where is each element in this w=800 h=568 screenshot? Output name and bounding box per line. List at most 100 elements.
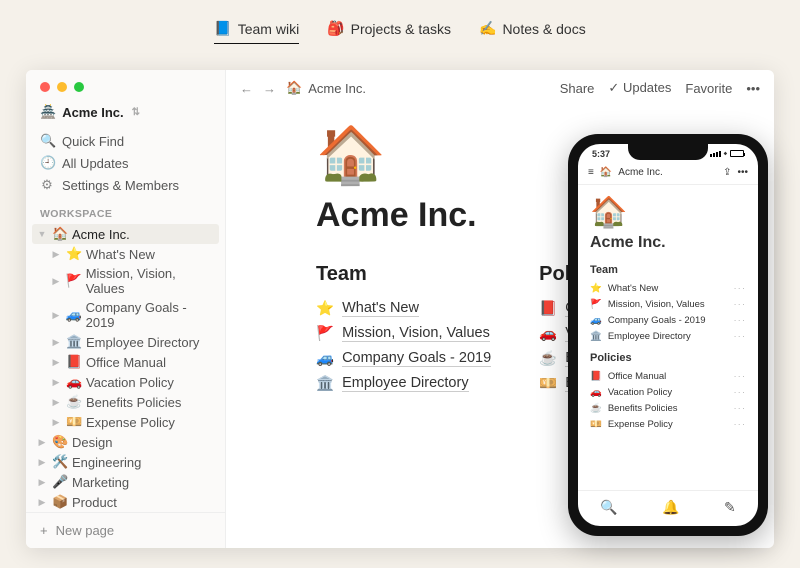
chevron-right-icon: ▶ bbox=[36, 457, 48, 468]
tree-item-mission[interactable]: ▶🚩Mission, Vision, Values bbox=[32, 264, 219, 298]
tree-label: Office Manual bbox=[86, 355, 166, 370]
more-button[interactable]: ••• bbox=[737, 167, 748, 178]
check-icon: ✓ bbox=[608, 80, 619, 95]
phone-screen: 5:37 ⬩ ≡ 🏠 Acme Inc. ⇪ ••• 🏠 Acme Inc. T… bbox=[578, 144, 758, 526]
building-icon: 🏛️ bbox=[316, 375, 334, 392]
notifications-button[interactable]: 🔔 bbox=[662, 499, 679, 516]
tree-item-directory[interactable]: ▶🏛️Employee Directory bbox=[32, 332, 219, 352]
tree-label: Vacation Policy bbox=[86, 375, 174, 390]
phone-link[interactable]: 💴Expense Policy··· bbox=[590, 416, 746, 432]
link-label: Office Manual bbox=[608, 371, 666, 382]
tree-item-design[interactable]: ▶🎨Design bbox=[32, 432, 219, 452]
updates-button[interactable]: ✓ Updates bbox=[608, 80, 671, 96]
chevron-right-icon: ▶ bbox=[36, 437, 48, 448]
tree-item-benefits[interactable]: ▶☕Benefits Policies bbox=[32, 392, 219, 412]
settings-members[interactable]: ⚙ Settings & Members bbox=[26, 174, 225, 196]
share-button[interactable]: Share bbox=[560, 81, 595, 96]
car-icon: 🚙 bbox=[66, 307, 82, 323]
search-button[interactable]: 🔍 bbox=[600, 499, 617, 516]
menu-button[interactable]: ≡ bbox=[588, 167, 594, 178]
link-label: Mission, Vision, Values bbox=[608, 299, 705, 310]
house-icon: 🏠 bbox=[600, 167, 612, 178]
more-icon[interactable]: ··· bbox=[734, 371, 747, 382]
link-label: Employee Directory bbox=[608, 331, 691, 342]
link-label: Expense Policy bbox=[608, 419, 673, 430]
share-button[interactable]: ⇪ bbox=[723, 167, 731, 178]
chevron-right-icon: ▶ bbox=[50, 337, 62, 348]
book-icon: 📕 bbox=[539, 300, 557, 317]
phone-link[interactable]: 🚩Mission, Vision, Values··· bbox=[590, 296, 746, 312]
car-icon: 🚗 bbox=[539, 325, 557, 342]
breadcrumb-label: Acme Inc. bbox=[618, 167, 662, 178]
tree-item-engineering[interactable]: ▶ 🛠️ Engineering bbox=[32, 452, 219, 472]
car-icon: 🚙 bbox=[590, 315, 602, 326]
page-icon: 🏠 bbox=[590, 195, 746, 230]
page-link-mission[interactable]: 🚩Mission, Vision, Values bbox=[316, 321, 491, 346]
chevron-right-icon: ▶ bbox=[50, 357, 62, 368]
more-icon[interactable]: ··· bbox=[734, 403, 747, 414]
more-icon[interactable]: ··· bbox=[734, 419, 747, 430]
star-icon: ⭐ bbox=[66, 246, 82, 262]
link-label: What's New bbox=[608, 283, 658, 294]
tree-root-acme[interactable]: ▼ 🏠 Acme Inc. bbox=[32, 224, 219, 244]
phone-link[interactable]: ☕Benefits Policies··· bbox=[590, 400, 746, 416]
search-icon: 🔍 bbox=[40, 133, 54, 149]
tools-icon: 🛠️ bbox=[52, 454, 68, 470]
more-icon[interactable]: ··· bbox=[734, 283, 747, 294]
more-icon[interactable]: ··· bbox=[734, 315, 747, 326]
tree-item-office-manual[interactable]: ▶📕Office Manual bbox=[32, 352, 219, 372]
car-icon: 🚙 bbox=[316, 350, 334, 367]
tree-item-vacation[interactable]: ▶🚗Vacation Policy bbox=[32, 372, 219, 392]
tree-label: Benefits Policies bbox=[86, 395, 181, 410]
new-page-button[interactable]: + New page bbox=[26, 512, 225, 548]
page-link-whats-new[interactable]: ⭐What's New bbox=[316, 296, 491, 321]
chevron-right-icon: ▶ bbox=[36, 477, 48, 488]
page-link-directory[interactable]: 🏛️Employee Directory bbox=[316, 371, 491, 396]
favorite-button[interactable]: Favorite bbox=[685, 81, 732, 96]
phone-bottom-nav: 🔍 🔔 ✎ bbox=[578, 490, 758, 526]
phone-link[interactable]: ⭐What's New··· bbox=[590, 280, 746, 296]
tree-item-goals[interactable]: ▶🚙Company Goals - 2019 bbox=[32, 298, 219, 332]
chevron-updown-icon: ⇅ bbox=[132, 107, 140, 118]
tree-label: Acme Inc. bbox=[72, 227, 130, 242]
phone-link[interactable]: 📕Office Manual··· bbox=[590, 368, 746, 384]
page-link-goals[interactable]: 🚙Company Goals - 2019 bbox=[316, 346, 491, 371]
new-page-label: New page bbox=[56, 523, 115, 538]
status-time: 5:37 bbox=[592, 149, 610, 159]
all-updates[interactable]: 🕘 All Updates bbox=[26, 152, 225, 174]
minimize-icon[interactable] bbox=[57, 82, 67, 92]
tree-label: Engineering bbox=[72, 455, 141, 470]
workspace-switcher[interactable]: 🏯 Acme Inc. ⇅ bbox=[26, 102, 225, 130]
more-icon[interactable]: ··· bbox=[734, 299, 747, 310]
phone-link[interactable]: 🏛️ Employee Directory ··· bbox=[590, 328, 746, 344]
more-icon[interactable]: ··· bbox=[734, 387, 747, 398]
more-button[interactable]: ••• bbox=[746, 81, 760, 96]
phone-body: 🏠 Acme Inc. Team ⭐What's New··· 🚩Mission… bbox=[578, 185, 758, 490]
compose-button[interactable]: ✎ bbox=[724, 499, 736, 516]
tab-projects-tasks[interactable]: 🎒 Projects & tasks bbox=[327, 20, 451, 44]
phone-link[interactable]: 🚙Company Goals - 2019··· bbox=[590, 312, 746, 328]
writing-icon: ✍️ bbox=[479, 20, 496, 37]
more-icon[interactable]: ··· bbox=[734, 331, 747, 342]
package-icon: 📦 bbox=[52, 494, 68, 510]
sidebar-section-heading: WORKSPACE bbox=[26, 196, 225, 224]
nav-arrows: ← → bbox=[240, 81, 276, 96]
flag-icon: 🚩 bbox=[316, 325, 334, 342]
quick-find[interactable]: 🔍 Quick Find bbox=[26, 130, 225, 152]
close-icon[interactable] bbox=[40, 82, 50, 92]
tab-team-wiki[interactable]: 📘 Team wiki bbox=[214, 20, 299, 44]
maximize-icon[interactable] bbox=[74, 82, 84, 92]
tree-item-whats-new[interactable]: ▶⭐What's New bbox=[32, 244, 219, 264]
tab-notes-docs[interactable]: ✍️ Notes & docs bbox=[479, 20, 586, 44]
forward-button[interactable]: → bbox=[263, 81, 276, 96]
breadcrumb[interactable]: 🏠 Acme Inc. bbox=[286, 80, 366, 96]
tree-item-marketing[interactable]: ▶🎤Marketing bbox=[32, 472, 219, 492]
building-icon: 🏛️ bbox=[590, 331, 602, 342]
tree-item-expense[interactable]: ▶💴Expense Policy bbox=[32, 412, 219, 432]
mic-icon: 🎤 bbox=[52, 474, 68, 490]
tab-label: Projects & tasks bbox=[351, 21, 451, 37]
coffee-icon: ☕ bbox=[539, 350, 557, 367]
phone-link[interactable]: 🚗Vacation Policy··· bbox=[590, 384, 746, 400]
back-button[interactable]: ← bbox=[240, 81, 253, 96]
tree-item-product[interactable]: ▶📦Product bbox=[32, 492, 219, 512]
